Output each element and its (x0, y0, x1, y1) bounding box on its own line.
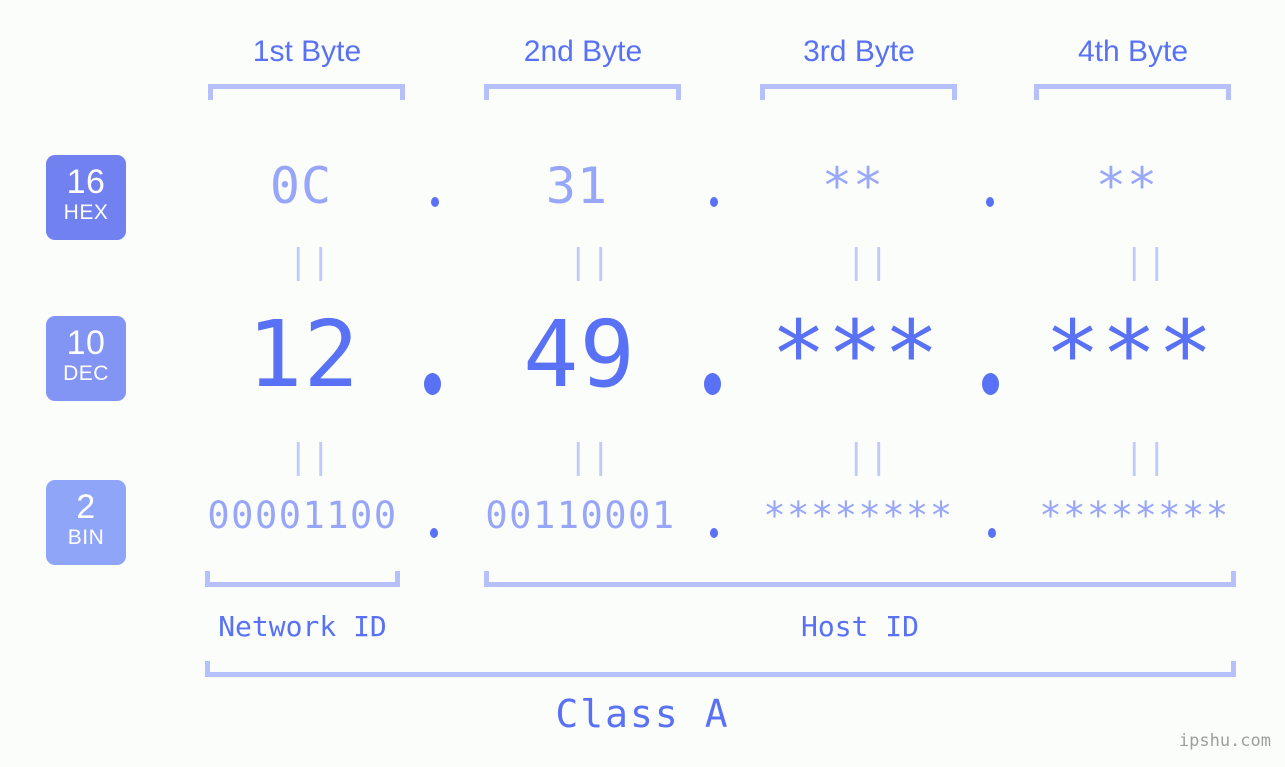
equals-marker-dec-bin-3: || (846, 437, 891, 477)
equals-marker-hex-dec-3: || (846, 242, 891, 282)
host-id-label: Host ID (800, 610, 919, 643)
equals-marker-dec-bin-4: || (1124, 437, 1169, 477)
ip-byte-breakdown-diagram: 1st Byte 2nd Byte 3rd Byte 4th Byte 16 H… (0, 0, 1285, 767)
class-label: Class A (555, 692, 730, 736)
hex-dot-2 (710, 197, 718, 207)
dec-byte-3: *** (770, 301, 941, 408)
bin-dot-1 (430, 528, 438, 538)
base-badge-bin-number: 2 (76, 488, 96, 526)
equals-marker-hex-dec-4: || (1124, 242, 1169, 282)
base-badge-bin-name: BIN (67, 526, 105, 549)
network-id-bracket (205, 571, 400, 587)
dec-dot-2 (704, 373, 721, 395)
hex-byte-3: ** (821, 157, 885, 215)
byte-header-3: 3rd Byte (803, 35, 915, 68)
hex-dot-1 (431, 197, 439, 207)
base-badge-hex: 16 HEX (46, 155, 126, 240)
dec-dot-1 (424, 373, 441, 395)
equals-marker-hex-dec-2: || (568, 242, 613, 282)
byte-bracket-2 (484, 84, 681, 100)
byte-header-1: 1st Byte (252, 35, 362, 68)
dec-byte-1: 12 (247, 301, 360, 408)
class-bracket (205, 661, 1236, 677)
host-id-bracket (484, 571, 1236, 587)
dec-dot-3 (982, 373, 999, 395)
network-id-label: Network ID (218, 610, 387, 643)
bin-dot-2 (710, 528, 718, 538)
bin-byte-4: ******** (1039, 494, 1230, 537)
equals-marker-dec-bin-2: || (568, 437, 613, 477)
bin-byte-2: 00110001 (485, 494, 676, 537)
base-badge-hex-number: 16 (66, 163, 106, 201)
equals-marker-hex-dec-1: || (288, 242, 333, 282)
bin-byte-3: ******** (763, 494, 954, 537)
hex-byte-4: ** (1095, 157, 1159, 215)
byte-bracket-1 (208, 84, 405, 100)
watermark: ipshu.com (1178, 731, 1271, 751)
byte-bracket-4 (1034, 84, 1231, 100)
byte-header-2: 2nd Byte (523, 35, 643, 68)
equals-marker-dec-bin-1: || (288, 437, 333, 477)
base-badge-dec-number: 10 (66, 324, 106, 362)
dec-byte-4: *** (1044, 301, 1215, 408)
hex-dot-3 (986, 197, 994, 207)
base-badge-dec: 10 DEC (46, 316, 126, 401)
base-badge-dec-name: DEC (63, 362, 109, 385)
base-badge-hex-name: HEX (63, 201, 109, 224)
bin-byte-1: 00001100 (207, 494, 398, 537)
bin-dot-3 (988, 528, 996, 538)
dec-byte-2: 49 (523, 301, 636, 408)
byte-header-4: 4th Byte (1077, 35, 1189, 68)
base-badge-bin: 2 BIN (46, 480, 126, 565)
hex-byte-1: 0C (269, 157, 333, 215)
hex-byte-2: 31 (545, 157, 609, 215)
byte-bracket-3 (760, 84, 957, 100)
